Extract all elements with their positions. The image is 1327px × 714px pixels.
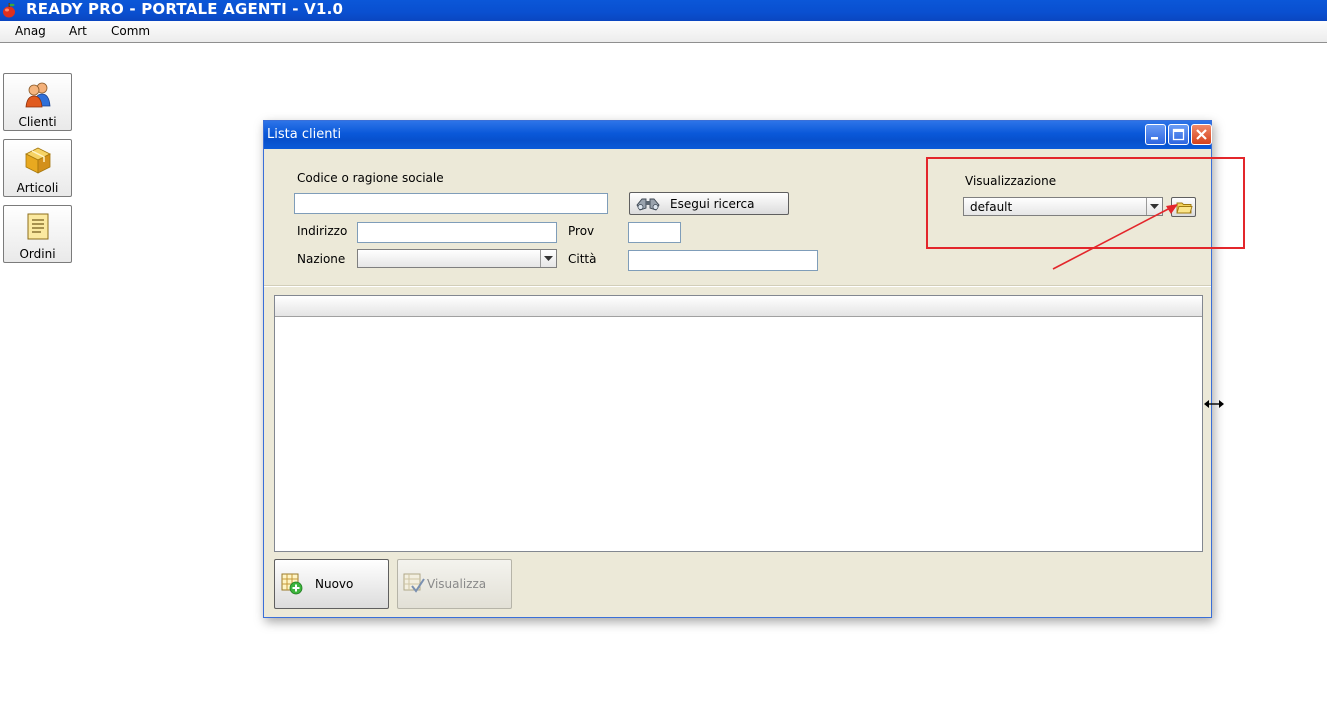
ordini-label: Ordini	[19, 247, 56, 261]
maximize-button[interactable]	[1168, 124, 1189, 145]
chevron-down-icon	[544, 256, 553, 261]
clienti-label: Clienti	[18, 115, 57, 129]
app-titlebar: READY PRO - PORTALE AGENTI - V1.0	[0, 0, 1327, 21]
articoli-label: Articoli	[16, 181, 59, 195]
apple-logo-icon	[3, 3, 15, 18]
minimize-icon	[1151, 137, 1158, 140]
new-button[interactable]: Nuovo	[274, 559, 389, 609]
view-record-button-label: Visualizza	[427, 577, 487, 591]
articoli-button[interactable]: Articoli	[3, 139, 72, 197]
prov-label: Prov	[568, 224, 595, 238]
window-titlebar[interactable]: Lista clienti	[264, 121, 1212, 149]
country-label: Nazione	[297, 252, 346, 266]
close-icon	[1196, 129, 1207, 140]
code-label: Codice o ragione sociale	[297, 171, 444, 185]
minimize-button[interactable]	[1145, 124, 1166, 145]
box-icon	[25, 147, 51, 174]
prov-input[interactable]	[628, 222, 681, 243]
resize-cursor-icon	[1204, 400, 1224, 408]
new-button-label: Nuovo	[315, 577, 354, 591]
code-input[interactable]	[294, 193, 608, 214]
annotation-arrow-icon	[1052, 204, 1178, 270]
binoculars-icon	[636, 198, 660, 211]
app-title: READY PRO - PORTALE AGENTI - V1.0	[26, 0, 344, 18]
menu-anag[interactable]: Anag	[15, 24, 46, 38]
menu-comm[interactable]: Comm	[111, 24, 150, 38]
menu-bar: Anag Art Comm	[0, 21, 1327, 43]
city-input[interactable]	[628, 250, 818, 271]
menu-art[interactable]: Art	[69, 24, 87, 38]
country-dropdown-arrow[interactable]	[540, 250, 556, 267]
ordini-button[interactable]: Ordini	[3, 205, 72, 263]
search-button-label: Esegui ricerca	[670, 197, 755, 211]
grid-header	[275, 296, 1202, 317]
address-label: Indirizzo	[297, 224, 348, 238]
search-button[interactable]: Esegui ricerca	[629, 192, 789, 215]
close-button[interactable]	[1191, 124, 1212, 145]
address-input[interactable]	[357, 222, 557, 243]
users-icon	[25, 82, 51, 108]
view-record-button[interactable]: Visualizza	[397, 559, 512, 609]
country-select[interactable]	[357, 249, 557, 268]
document-icon	[27, 213, 49, 240]
city-label: Città	[568, 252, 597, 266]
clients-grid[interactable]	[274, 295, 1203, 552]
view-record-icon	[403, 573, 425, 593]
maximize-icon	[1172, 128, 1185, 141]
window-title: Lista clienti	[267, 127, 342, 142]
new-record-icon	[281, 573, 303, 595]
clienti-button[interactable]: Clienti	[3, 73, 72, 131]
form-separator	[264, 285, 1211, 287]
